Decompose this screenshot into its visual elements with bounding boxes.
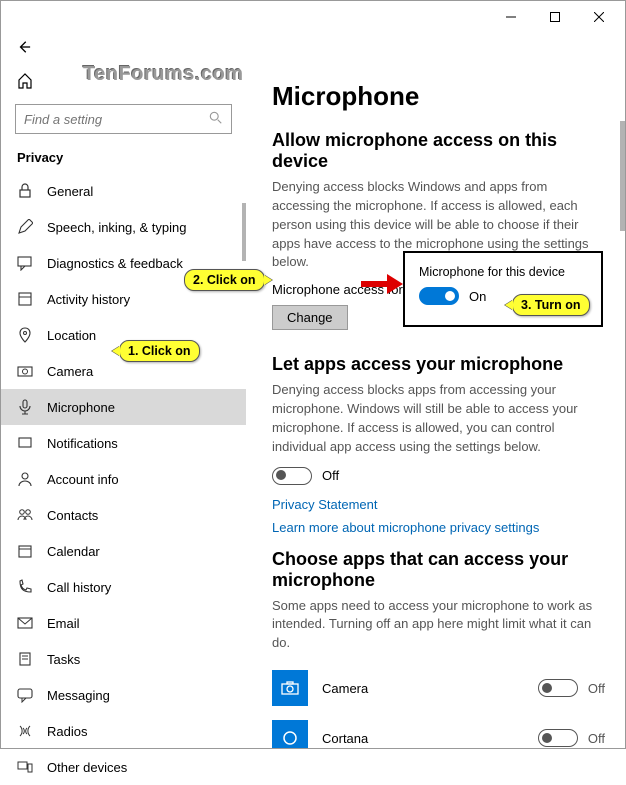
history-icon xyxy=(17,291,33,307)
pen-icon xyxy=(17,219,33,235)
category-header: Privacy xyxy=(1,144,246,173)
nav-label: Tasks xyxy=(47,652,80,667)
camera-icon xyxy=(17,363,33,379)
nav-label: Messaging xyxy=(47,688,110,703)
sidebar: Privacy General Speech, inking, & typing… xyxy=(1,63,246,748)
app-name: Camera xyxy=(322,681,524,696)
app-row-cortana: Cortana Off xyxy=(272,713,605,748)
nav-list: General Speech, inking, & typing Diagnos… xyxy=(1,173,246,785)
app-list: Camera Off Cortana Off Feedback Hub Off … xyxy=(272,663,605,748)
annotation-callout-1: 1. Click on xyxy=(119,340,200,362)
device-microphone-toggle[interactable] xyxy=(419,287,459,305)
change-button[interactable]: Change xyxy=(272,305,348,330)
radios-icon xyxy=(17,723,33,739)
annotation-arrow xyxy=(361,273,403,298)
nav-label: Contacts xyxy=(47,508,98,523)
nav-label: Speech, inking, & typing xyxy=(47,220,186,235)
apps-access-toggle[interactable] xyxy=(272,467,312,485)
main-scrollbar[interactable] xyxy=(620,63,625,748)
nav-label: Other devices xyxy=(47,760,127,775)
microphone-icon xyxy=(17,399,33,415)
titlebar xyxy=(1,1,625,33)
nav-label: Camera xyxy=(47,364,93,379)
notifications-icon xyxy=(17,435,33,451)
location-icon xyxy=(17,327,33,343)
nav-label: General xyxy=(47,184,93,199)
nav-label: Calendar xyxy=(47,544,100,559)
nav-microphone[interactable]: Microphone xyxy=(1,389,246,425)
feedback-icon xyxy=(17,255,33,271)
app-row-camera: Camera Off xyxy=(272,663,605,713)
app-tile xyxy=(272,670,308,706)
section-heading: Allow microphone access on this device xyxy=(272,130,605,172)
nav-label: Account info xyxy=(47,472,119,487)
search-input[interactable] xyxy=(15,104,232,134)
app-toggle-label: Off xyxy=(588,731,605,746)
nav-label: Email xyxy=(47,616,80,631)
privacy-statement-link[interactable]: Privacy Statement xyxy=(272,497,605,512)
nav-calendar[interactable]: Calendar xyxy=(1,533,246,569)
calendar-icon xyxy=(17,543,33,559)
search-icon xyxy=(209,111,223,128)
nav-general[interactable]: General xyxy=(1,173,246,209)
nav-label: Notifications xyxy=(47,436,118,451)
section-desc: Some apps need to access your microphone… xyxy=(272,597,605,654)
email-icon xyxy=(17,615,33,631)
popup-title: Microphone for this device xyxy=(419,265,587,279)
nav-label: Diagnostics & feedback xyxy=(47,256,183,271)
annotation-callout-2: 2. Click on xyxy=(184,269,265,291)
section-heading: Let apps access your microphone xyxy=(272,354,605,375)
learn-more-link[interactable]: Learn more about microphone privacy sett… xyxy=(272,520,605,535)
app-tile xyxy=(272,720,308,748)
nav-account[interactable]: Account info xyxy=(1,461,246,497)
section-desc: Denying access blocks apps from accessin… xyxy=(272,381,605,456)
nav-label: Activity history xyxy=(47,292,130,307)
main-panel: Microphone Allow microphone access on th… xyxy=(246,63,625,748)
page-title: Microphone xyxy=(272,81,605,112)
devices-icon xyxy=(17,759,33,775)
app-name: Cortana xyxy=(322,731,524,746)
tasks-icon xyxy=(17,651,33,667)
nav-label: Radios xyxy=(47,724,87,739)
nav-label: Microphone xyxy=(47,400,115,415)
nav-otherdevices[interactable]: Other devices xyxy=(1,749,246,785)
nav-label: Call history xyxy=(47,580,111,595)
app-toggle[interactable] xyxy=(538,679,578,697)
section-heading: Choose apps that can access your microph… xyxy=(272,549,605,591)
nav-contacts[interactable]: Contacts xyxy=(1,497,246,533)
nav-messaging[interactable]: Messaging xyxy=(1,677,246,713)
account-icon xyxy=(17,471,33,487)
nav-callhistory[interactable]: Call history xyxy=(1,569,246,605)
lock-icon xyxy=(17,183,33,199)
nav-notifications[interactable]: Notifications xyxy=(1,425,246,461)
app-toggle-label: Off xyxy=(588,681,605,696)
contacts-icon xyxy=(17,507,33,523)
close-button[interactable] xyxy=(577,3,621,31)
app-toggle[interactable] xyxy=(538,729,578,747)
watermark: TenForums.com xyxy=(83,63,244,86)
nav-tasks[interactable]: Tasks xyxy=(1,641,246,677)
phone-icon xyxy=(17,579,33,595)
back-button[interactable] xyxy=(17,40,31,57)
nav-speech[interactable]: Speech, inking, & typing xyxy=(1,209,246,245)
toggle-label: Off xyxy=(322,468,339,483)
toggle-label: On xyxy=(469,289,486,304)
minimize-button[interactable] xyxy=(489,3,533,31)
search-field[interactable] xyxy=(24,112,209,127)
maximize-button[interactable] xyxy=(533,3,577,31)
annotation-callout-3: 3. Turn on xyxy=(512,294,590,316)
messaging-icon xyxy=(17,687,33,703)
back-row xyxy=(1,33,625,63)
nav-label: Location xyxy=(47,328,96,343)
nav-email[interactable]: Email xyxy=(1,605,246,641)
nav-radios[interactable]: Radios xyxy=(1,713,246,749)
